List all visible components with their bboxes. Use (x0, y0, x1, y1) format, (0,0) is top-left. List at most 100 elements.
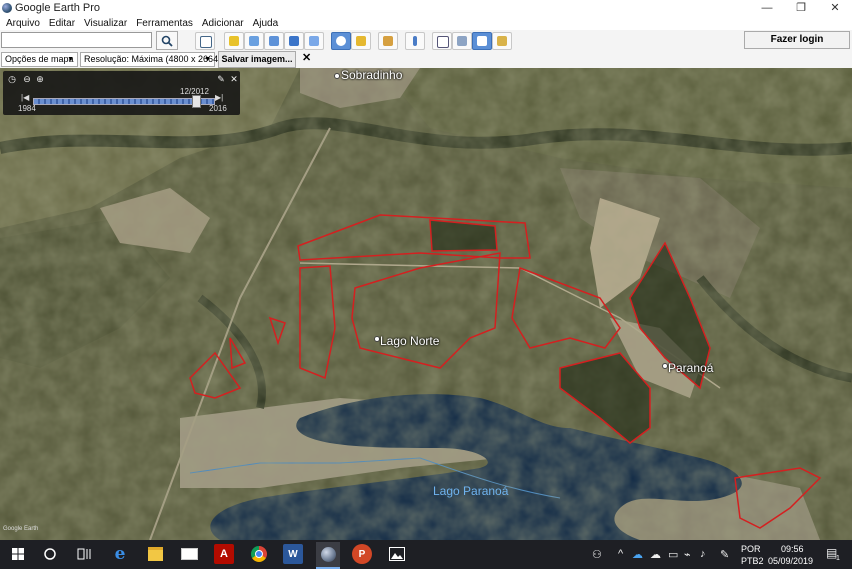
login-button[interactable]: Fazer login (744, 31, 850, 49)
end-year-label: 2016 (209, 104, 227, 113)
start-year-label: 1984 (18, 104, 36, 113)
planets-button[interactable] (378, 32, 398, 50)
record-tour-button[interactable] (304, 32, 324, 50)
search-icon (161, 35, 173, 47)
close-window-button[interactable]: ✕ (818, 0, 852, 16)
add-image-overlay-button[interactable] (284, 32, 304, 50)
polygon-icon (249, 36, 259, 46)
task-view-glyph-icon (77, 548, 91, 560)
powerpoint-icon[interactable]: P (352, 544, 372, 564)
save-image-toolbar-button[interactable] (472, 32, 492, 50)
print-icon (457, 36, 467, 46)
people-icon[interactable]: ⚇ (592, 548, 602, 561)
show-hidden-icons-icon[interactable]: ^ (618, 548, 623, 560)
folder-icon (147, 547, 163, 561)
place-label-paranoa[interactable]: Paranoá (668, 361, 713, 375)
clock-icon[interactable]: ◷ (7, 74, 17, 84)
menu-visualizar[interactable]: Visualizar (84, 18, 127, 29)
resolution-label: Resolução: Máxima (4800 x 2664) (84, 54, 222, 64)
time-slider-thumb[interactable] (192, 95, 201, 108)
add-path-button[interactable] (264, 32, 284, 50)
sobradinho-pin[interactable] (334, 73, 340, 79)
lake-label[interactable]: Lago Paranoá (433, 484, 508, 498)
close-panel-icon[interactable]: ✕ (229, 74, 239, 84)
time-slider-track[interactable] (33, 98, 215, 105)
google-earth-app-icon (2, 3, 12, 13)
clock-icon (336, 36, 346, 46)
menu-arquivo[interactable]: Arquivo (6, 18, 40, 29)
language-indicator[interactable]: POR (741, 544, 761, 554)
sun-button[interactable] (351, 32, 371, 50)
photos-icon[interactable] (387, 544, 407, 564)
placemark-icon (229, 36, 239, 46)
chrome-logo-icon (251, 546, 267, 562)
word-icon[interactable]: W (283, 544, 303, 564)
menu-adicionar[interactable]: Adicionar (202, 18, 244, 29)
search-input[interactable] (1, 32, 152, 48)
satellite-imagery (0, 68, 852, 540)
close-toolbar-button[interactable]: ✕ (302, 51, 311, 64)
email-button[interactable] (432, 32, 452, 50)
file-explorer-icon[interactable] (145, 544, 165, 564)
envelope-icon (180, 548, 198, 560)
edge-icon[interactable]: e (110, 544, 130, 564)
chrome-icon[interactable] (249, 544, 269, 564)
map-options-dropdown[interactable]: Opções de mapa ▼ (1, 52, 78, 67)
chevron-down-icon: ▼ (204, 56, 211, 63)
sidebar-toggle-button[interactable] (195, 32, 215, 50)
google-earth-icon[interactable] (316, 542, 340, 569)
place-label-lago-norte[interactable]: Lago Norte (380, 334, 439, 348)
pen-icon[interactable]: ✎ (720, 548, 729, 561)
map-view[interactable]: Sobradinho Lago Norte Paranoá Lago Paran… (0, 68, 852, 540)
google-earth-watermark: Google Earth (3, 526, 39, 532)
onedrive-icon[interactable]: ☁ (632, 548, 643, 561)
zoom-in-time-icon[interactable]: ⊕ (35, 74, 45, 84)
menu-bar: Arquivo Editar Visualizar Ferramentas Ad… (0, 16, 852, 30)
clock-date[interactable]: 05/09/2019 (768, 556, 813, 566)
battery-icon[interactable]: ▭ (668, 548, 678, 561)
chevron-down-icon: ▼ (67, 56, 74, 63)
save-image-toolbar: Opções de mapa ▼ Resolução: Máxima (4800… (0, 50, 852, 68)
notification-count: 1 (836, 555, 840, 562)
search-button[interactable] (156, 31, 178, 50)
save-image-button[interactable]: Salvar imagem... (218, 51, 296, 68)
menu-editar[interactable]: Editar (49, 18, 75, 29)
title-bar: Google Earth Pro — ❐ ✕ (0, 0, 852, 16)
zoom-out-time-icon[interactable]: ⊖ (22, 74, 32, 84)
menu-ferramentas[interactable]: Ferramentas (136, 18, 193, 29)
resolution-dropdown[interactable]: Resolução: Máxima (4800 x 2664) ▼ (80, 52, 221, 67)
map-options-label: Opções de mapa (5, 54, 74, 64)
print-button[interactable] (452, 32, 472, 50)
mail-icon[interactable] (179, 544, 199, 564)
restore-button[interactable]: ❐ (784, 0, 818, 16)
minimize-button[interactable]: — (750, 0, 784, 16)
add-polygon-button[interactable] (244, 32, 264, 50)
keyboard-indicator[interactable]: PTB2 (741, 556, 764, 566)
wrench-icon[interactable]: ✎ (216, 74, 226, 84)
cloud-icon[interactable]: ☁ (650, 548, 661, 561)
ruler-button[interactable] (405, 32, 425, 50)
windows-logo-icon (12, 548, 24, 560)
cortana-icon[interactable] (40, 544, 60, 564)
sun-icon (356, 36, 366, 46)
volume-icon[interactable]: ♪ (700, 548, 706, 560)
maps-icon (497, 36, 507, 46)
place-label-sobradinho[interactable]: Sobradinho (341, 68, 402, 82)
historical-imagery-button[interactable] (331, 32, 351, 50)
add-placemark-button[interactable] (224, 32, 244, 50)
network-icon[interactable]: ⌁ (684, 548, 691, 561)
mail-icon (437, 36, 449, 48)
acrobat-icon[interactable]: A (214, 544, 234, 564)
menu-ajuda[interactable]: Ajuda (253, 18, 279, 29)
windows-start-icon[interactable] (8, 544, 28, 564)
circle-icon (44, 548, 56, 560)
task-view-icon[interactable] (74, 544, 94, 564)
main-toolbar: Fazer login (0, 30, 852, 51)
step-forward-icon[interactable]: ▶| (215, 93, 223, 102)
ruler-icon (413, 36, 417, 46)
view-in-maps-button[interactable] (492, 32, 512, 50)
clock-time[interactable]: 09:56 (781, 544, 804, 554)
taskbar: e A W P ⚇ ^ ☁ ☁ ▭ ⌁ ♪ ✎ POR PTB2 09:56 0… (0, 540, 852, 569)
globe-icon (320, 547, 336, 562)
step-back-icon[interactable]: |◀ (21, 93, 29, 102)
